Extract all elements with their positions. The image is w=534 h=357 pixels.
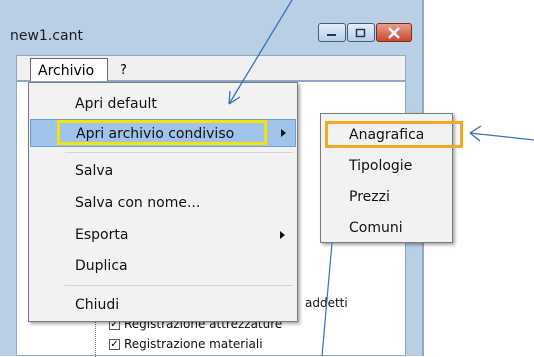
highlight-box-yellow: [57, 120, 267, 145]
menu-item-duplica[interactable]: Duplica: [30, 252, 296, 280]
menu-item-salva-con-nome[interactable]: Salva con nome...: [30, 189, 296, 217]
menu-archivio[interactable]: Archivio: [30, 58, 108, 82]
highlight-box-orange: [325, 121, 463, 148]
submenu-arrow-icon: [280, 231, 285, 239]
menu-item-label: Salva con nome...: [75, 195, 201, 211]
menu-item-apri-default[interactable]: Apri default: [30, 90, 296, 118]
submenu-item-prezzi[interactable]: Prezzi: [349, 189, 390, 205]
tree-item-label: Registrazione materiali: [124, 337, 263, 351]
menu-help[interactable]: ?: [120, 63, 127, 78]
submenu-arrow-icon: [281, 129, 286, 137]
window-title: new1.cant: [10, 28, 83, 44]
menu-item-label: Esporta: [75, 227, 129, 243]
menu-item-label: Apri default: [75, 96, 157, 112]
tree-item-label: addetti: [305, 296, 348, 310]
annotation-arrow-left: [469, 125, 534, 142]
close-icon: [388, 26, 400, 39]
menu-item-label: Chiudi: [75, 297, 120, 313]
menu-item-esporta[interactable]: Esporta: [30, 221, 296, 249]
menu-item-label: Salva: [75, 163, 114, 179]
menu-separator: [65, 285, 293, 286]
submenu-item-tipologie[interactable]: Tipologie: [349, 158, 412, 174]
menu-separator: [65, 152, 293, 153]
checkbox-checked-icon[interactable]: ✓: [109, 338, 120, 350]
menu-archivio-label: Archivio: [38, 63, 95, 79]
close-button[interactable]: [376, 23, 412, 42]
submenu-item-comuni[interactable]: Comuni: [349, 220, 403, 236]
maximize-button[interactable]: [347, 23, 375, 42]
archivio-dropdown-menu: Apri default Apri archivio condiviso Sal…: [28, 82, 298, 322]
minimize-icon: [327, 33, 336, 36]
minimize-button[interactable]: [318, 23, 346, 42]
menu-item-chiudi[interactable]: Chiudi: [30, 291, 296, 319]
tree-item[interactable]: addetti: [305, 296, 348, 310]
menu-item-label: Duplica: [75, 258, 128, 274]
maximize-icon: [355, 28, 366, 37]
tree-item[interactable]: ✓ Registrazione materiali: [109, 337, 263, 351]
menu-item-salva[interactable]: Salva: [30, 157, 296, 185]
